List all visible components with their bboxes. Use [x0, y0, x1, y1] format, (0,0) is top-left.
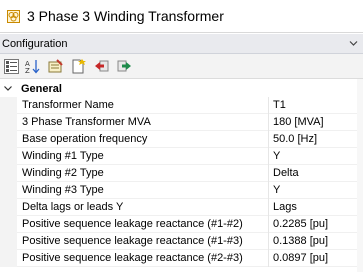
- column-divider: [268, 114, 269, 131]
- new-page-icon: [72, 59, 86, 74]
- column-divider: [268, 97, 269, 114]
- property-value[interactable]: Delta: [273, 167, 299, 180]
- property-row[interactable]: Delta lags or leads Y Lags: [0, 199, 363, 216]
- property-row[interactable]: Winding #3 Type Y: [0, 182, 363, 199]
- property-value[interactable]: 0.1388 [pu]: [273, 235, 328, 248]
- property-value[interactable]: 0.2285 [pu]: [273, 218, 328, 231]
- row-gutter: [0, 216, 17, 233]
- alphabetical-sort-button[interactable]: A Z: [24, 58, 41, 75]
- row-gutter: [0, 97, 17, 114]
- property-value[interactable]: 0.0897 [pu]: [273, 252, 328, 265]
- row-gutter: [0, 250, 17, 267]
- categorized-view-icon: [4, 59, 19, 74]
- row-gutter: [0, 199, 17, 216]
- properties-edit-button[interactable]: [47, 58, 64, 75]
- properties-edit-icon: [48, 59, 63, 73]
- property-row[interactable]: Base operation frequency 50.0 [Hz]: [0, 131, 363, 148]
- property-row[interactable]: Transformer Name T1: [0, 97, 363, 114]
- property-name: 3 Phase Transformer MVA: [22, 116, 151, 128]
- column-divider: [268, 182, 269, 199]
- property-value[interactable]: 180 [MVA]: [273, 116, 324, 129]
- configuration-section-header[interactable]: Configuration: [0, 34, 363, 54]
- title-bar: 3 Phase 3 Winding Transformer: [0, 0, 363, 33]
- row-gutter: [0, 114, 17, 131]
- property-grid: General Transformer Name T1 3 Phase Trans…: [0, 79, 363, 272]
- column-divider: [268, 165, 269, 182]
- property-name: Winding #3 Type: [22, 184, 104, 196]
- property-name: Delta lags or leads Y: [22, 201, 124, 213]
- forward-arrow-button[interactable]: [116, 58, 133, 75]
- property-row[interactable]: Positive sequence leakage reactance (#1-…: [0, 233, 363, 250]
- vertical-scrollbar[interactable]: [357, 79, 363, 272]
- row-gutter: [0, 165, 17, 182]
- column-divider: [268, 233, 269, 250]
- collapse-chevron-icon[interactable]: [4, 85, 12, 92]
- property-row[interactable]: Winding #1 Type Y: [0, 148, 363, 165]
- property-name: Base operation frequency: [22, 133, 148, 145]
- property-name: Positive sequence leakage reactance (#1-…: [22, 218, 243, 230]
- alphabetical-sort-icon: A Z: [25, 60, 40, 74]
- property-name: Winding #2 Type: [22, 167, 104, 179]
- property-row[interactable]: Positive sequence leakage reactance (#1-…: [0, 216, 363, 233]
- category-label: General: [21, 83, 62, 95]
- window-title: 3 Phase 3 Winding Transformer: [27, 8, 224, 24]
- configuration-label: Configuration: [2, 38, 68, 50]
- property-value[interactable]: Y: [273, 150, 280, 163]
- svg-text:Z: Z: [25, 67, 30, 74]
- property-row[interactable]: Winding #2 Type Delta: [0, 165, 363, 182]
- row-gutter: [0, 233, 17, 250]
- property-toolbar: A Z: [0, 54, 363, 79]
- column-divider: [268, 131, 269, 148]
- transformer-icon: [7, 10, 20, 23]
- property-name: Transformer Name: [22, 99, 114, 111]
- category-general[interactable]: General: [0, 81, 363, 97]
- back-arrow-button[interactable]: [93, 58, 110, 75]
- property-value[interactable]: Y: [273, 184, 280, 197]
- property-name: Positive sequence leakage reactance (#2-…: [22, 252, 243, 264]
- column-divider: [268, 148, 269, 165]
- column-divider: [268, 216, 269, 233]
- row-gutter: [0, 148, 17, 165]
- property-value[interactable]: Lags: [273, 201, 297, 214]
- forward-arrow-icon: [117, 60, 131, 72]
- property-row[interactable]: Positive sequence leakage reactance (#2-…: [0, 250, 363, 267]
- property-name: Winding #1 Type: [22, 150, 104, 162]
- property-value[interactable]: T1: [273, 99, 286, 112]
- property-rows: Transformer Name T1 3 Phase Transformer M…: [0, 97, 363, 267]
- categorized-view-button[interactable]: [3, 58, 20, 75]
- column-divider: [268, 199, 269, 216]
- row-gutter: [0, 182, 17, 199]
- row-gutter: [0, 131, 17, 148]
- column-divider: [268, 250, 269, 267]
- new-page-button[interactable]: [70, 58, 87, 75]
- property-row[interactable]: 3 Phase Transformer MVA 180 [MVA]: [0, 114, 363, 131]
- chevron-down-icon[interactable]: [349, 40, 358, 47]
- back-arrow-icon: [95, 60, 109, 72]
- property-value[interactable]: 50.0 [Hz]: [273, 133, 317, 146]
- property-name: Positive sequence leakage reactance (#1-…: [22, 235, 243, 247]
